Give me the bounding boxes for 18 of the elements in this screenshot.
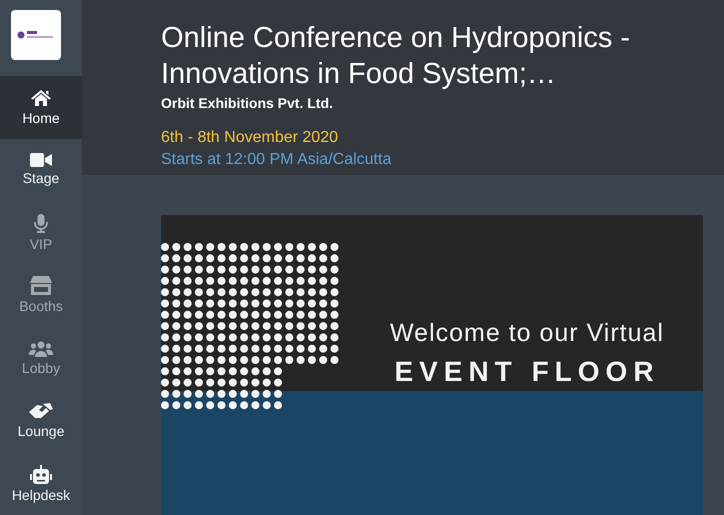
banner-heading: Welcome to our Virtual (390, 319, 664, 348)
users-icon (29, 340, 53, 357)
nav-item[interactable]: Stage (0, 138, 82, 202)
microphone-icon (34, 214, 48, 233)
logo-card[interactable] (11, 10, 61, 60)
organizer-name: Orbit Exhibitions Pvt. Ltd. (161, 95, 334, 111)
logo-icon (16, 28, 56, 41)
store-icon (30, 276, 52, 296)
robot-icon (30, 464, 52, 484)
nav-item[interactable]: Helpdesk (0, 452, 82, 515)
banner-subheading: EVENT FLOOR (394, 356, 660, 388)
video-camera-icon (30, 153, 52, 168)
start-time: Starts at 12:00 PM Asia/Calcutta (161, 151, 392, 169)
event-title: Online Conference on Hydroponics - Innovations in Food System;… (161, 21, 632, 92)
nav-item[interactable]: Home (0, 76, 82, 139)
home-icon (30, 88, 52, 107)
nav-item[interactable]: Lounge (0, 390, 82, 452)
event-dates: 6th - 8th November 2020 (161, 129, 339, 147)
